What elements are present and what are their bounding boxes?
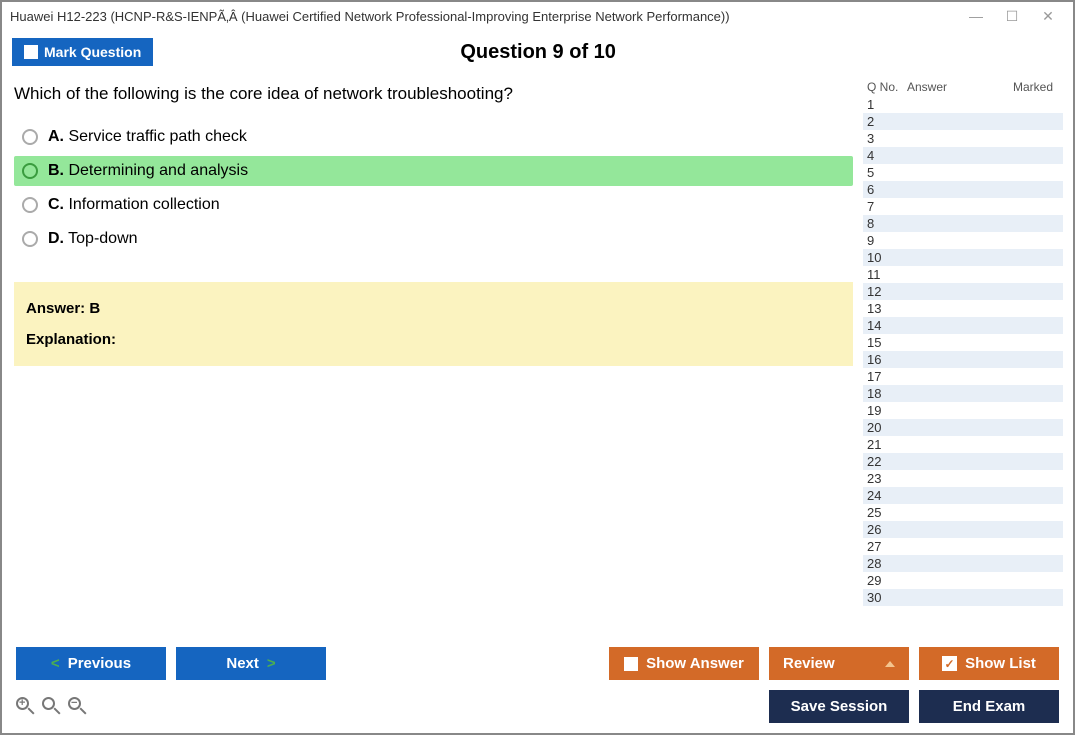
list-item[interactable]: 24 bbox=[863, 487, 1063, 504]
radio-icon bbox=[22, 197, 38, 213]
option-b-row[interactable]: B. Determining and analysis bbox=[14, 156, 853, 186]
option-b-label: B. Determining and analysis bbox=[48, 162, 248, 180]
list-item[interactable]: 7 bbox=[863, 198, 1063, 215]
review-button[interactable]: Review bbox=[769, 647, 909, 680]
list-item[interactable]: 30 bbox=[863, 589, 1063, 606]
chevron-left-icon: < bbox=[51, 655, 60, 672]
list-item[interactable]: 18 bbox=[863, 385, 1063, 402]
explanation-line: Explanation: bbox=[26, 331, 841, 348]
qlist-header-answer: Answer bbox=[907, 80, 1004, 94]
list-item[interactable]: 27 bbox=[863, 538, 1063, 555]
qlist-header-marked: Marked bbox=[1004, 80, 1059, 94]
footer2: + − Save Session End Exam bbox=[2, 690, 1073, 733]
list-item[interactable]: 12 bbox=[863, 283, 1063, 300]
list-item[interactable]: 4 bbox=[863, 147, 1063, 164]
window-controls: — ☐ ✕ bbox=[967, 8, 1065, 25]
review-label: Review bbox=[783, 655, 835, 672]
list-item[interactable]: 6 bbox=[863, 181, 1063, 198]
list-item[interactable]: 1 bbox=[863, 96, 1063, 113]
next-button[interactable]: Next > bbox=[176, 647, 326, 680]
previous-label: Previous bbox=[68, 655, 131, 672]
question-panel: Which of the following is the core idea … bbox=[12, 78, 863, 637]
qlist-scroll[interactable]: 1 2 3 4 5 6 7 8 9 10 11 12 13 14 15 16 1… bbox=[863, 96, 1063, 637]
list-item[interactable]: 23 bbox=[863, 470, 1063, 487]
app-window: Huawei H12-223 (HCNP-R&S-IENPÃ‚Â (Huawei… bbox=[0, 0, 1075, 735]
zoom-reset-icon[interactable] bbox=[42, 697, 62, 717]
list-item[interactable]: 14 bbox=[863, 317, 1063, 334]
option-a-row[interactable]: A. Service traffic path check bbox=[14, 122, 853, 152]
list-item[interactable]: 13 bbox=[863, 300, 1063, 317]
checked-icon: ✓ bbox=[942, 656, 957, 671]
end-exam-button[interactable]: End Exam bbox=[919, 690, 1059, 723]
titlebar: Huawei H12-223 (HCNP-R&S-IENPÃ‚Â (Huawei… bbox=[2, 2, 1073, 30]
zoom-controls: + − bbox=[16, 697, 88, 717]
list-item[interactable]: 3 bbox=[863, 130, 1063, 147]
answer-box: Answer: B Explanation: bbox=[14, 282, 853, 366]
show-answer-label: Show Answer bbox=[646, 655, 744, 672]
end-exam-label: End Exam bbox=[953, 698, 1026, 715]
main-row: Which of the following is the core idea … bbox=[2, 78, 1073, 637]
zoom-out-icon[interactable]: − bbox=[68, 697, 88, 717]
minimize-icon[interactable]: — bbox=[967, 8, 985, 25]
list-item[interactable]: 28 bbox=[863, 555, 1063, 572]
save-session-button[interactable]: Save Session bbox=[769, 690, 909, 723]
footer: < Previous Next > Show Answer Review ✓ S… bbox=[2, 637, 1073, 690]
option-c-row[interactable]: C. Information collection bbox=[14, 190, 853, 220]
radio-icon bbox=[22, 231, 38, 247]
show-list-label: Show List bbox=[965, 655, 1036, 672]
show-answer-button[interactable]: Show Answer bbox=[609, 647, 759, 680]
radio-icon bbox=[22, 163, 38, 179]
qlist-header-qno: Q No. bbox=[867, 80, 907, 94]
chevron-right-icon: > bbox=[267, 655, 276, 672]
close-icon[interactable]: ✕ bbox=[1039, 8, 1057, 25]
option-d-label: D. Top-down bbox=[48, 230, 138, 248]
option-c-label: C. Information collection bbox=[48, 196, 220, 214]
question-list-panel: Q No. Answer Marked 1 2 3 4 5 6 7 8 9 10… bbox=[863, 78, 1063, 637]
list-item[interactable]: 9 bbox=[863, 232, 1063, 249]
list-item[interactable]: 2 bbox=[863, 113, 1063, 130]
question-text: Which of the following is the core idea … bbox=[14, 84, 853, 104]
list-item[interactable]: 15 bbox=[863, 334, 1063, 351]
window-title: Huawei H12-223 (HCNP-R&S-IENPÃ‚Â (Huawei… bbox=[10, 9, 967, 24]
radio-icon bbox=[22, 129, 38, 145]
qlist-header: Q No. Answer Marked bbox=[863, 78, 1063, 96]
show-list-button[interactable]: ✓ Show List bbox=[919, 647, 1059, 680]
list-item[interactable]: 8 bbox=[863, 215, 1063, 232]
list-item[interactable]: 25 bbox=[863, 504, 1063, 521]
list-item[interactable]: 19 bbox=[863, 402, 1063, 419]
chevron-up-icon bbox=[885, 661, 895, 667]
header-row: Mark Question Question 9 of 10 bbox=[2, 30, 1073, 78]
previous-button[interactable]: < Previous bbox=[16, 647, 166, 680]
list-item[interactable]: 29 bbox=[863, 572, 1063, 589]
list-item[interactable]: 20 bbox=[863, 419, 1063, 436]
list-item[interactable]: 21 bbox=[863, 436, 1063, 453]
next-label: Next bbox=[226, 655, 259, 672]
session-buttons: Save Session End Exam bbox=[769, 690, 1059, 723]
question-counter-title: Question 9 of 10 bbox=[13, 41, 1063, 64]
list-item[interactable]: 16 bbox=[863, 351, 1063, 368]
list-item[interactable]: 17 bbox=[863, 368, 1063, 385]
list-item[interactable]: 11 bbox=[863, 266, 1063, 283]
list-item[interactable]: 26 bbox=[863, 521, 1063, 538]
save-session-label: Save Session bbox=[791, 698, 888, 715]
maximize-icon[interactable]: ☐ bbox=[1003, 8, 1021, 25]
list-item[interactable]: 22 bbox=[863, 453, 1063, 470]
checkbox-icon bbox=[624, 657, 638, 671]
answer-line: Answer: B bbox=[26, 300, 841, 317]
option-a-label: A. Service traffic path check bbox=[48, 128, 247, 146]
list-item[interactable]: 10 bbox=[863, 249, 1063, 266]
list-item[interactable]: 5 bbox=[863, 164, 1063, 181]
zoom-in-icon[interactable]: + bbox=[16, 697, 36, 717]
option-d-row[interactable]: D. Top-down bbox=[14, 224, 853, 254]
